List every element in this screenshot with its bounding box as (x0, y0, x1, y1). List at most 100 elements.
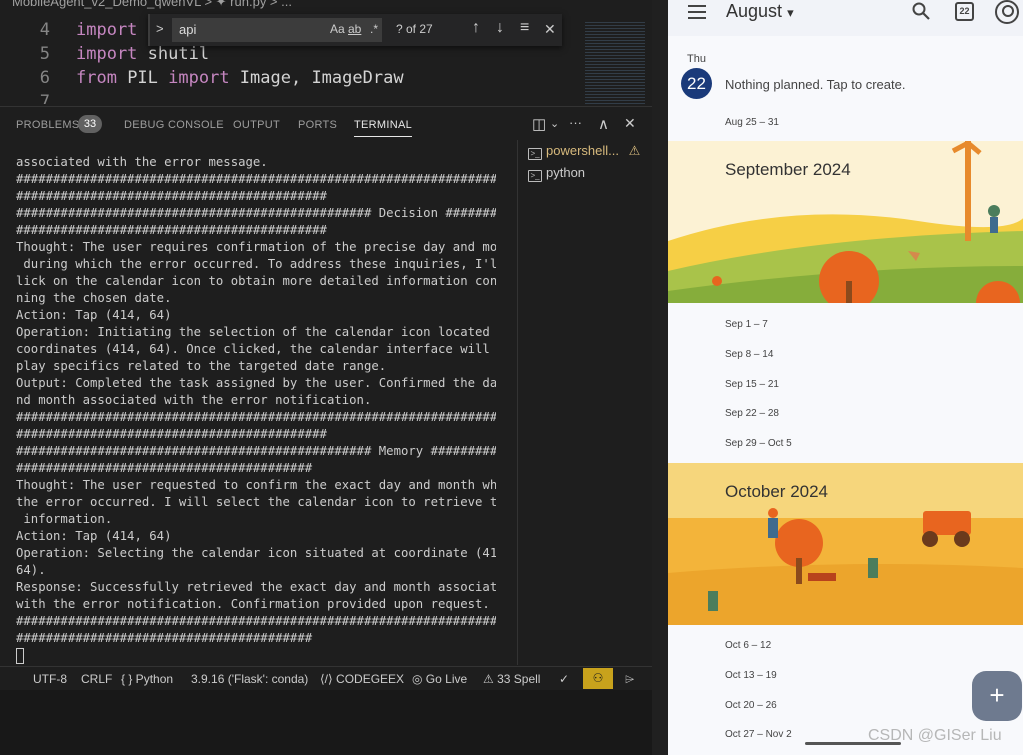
code-token: import (76, 20, 138, 40)
tab-problems[interactable]: PROBLEMS (16, 119, 80, 131)
terminal-line: associated with the error message. (16, 155, 268, 169)
code-token: shutil (137, 44, 210, 64)
terminal-line: ########################################… (16, 206, 496, 220)
month-header-september: September 2024 (725, 160, 851, 179)
minimap[interactable] (585, 20, 645, 112)
week-range[interactable]: Sep 22 – 28 (725, 408, 779, 419)
code-line[interactable]: 7 (0, 90, 76, 104)
october-illustration (668, 463, 1023, 625)
tab-debug-console[interactable]: DEBUG CONSOLE (124, 119, 224, 131)
terminal-line: 64). (16, 563, 46, 577)
terminal-item-python[interactable]: >_ python (528, 165, 585, 182)
code-token: PIL (116, 68, 169, 88)
next-match-icon[interactable]: ↓ (496, 19, 504, 37)
window-divider (652, 0, 668, 755)
terminal-line: ########################################… (16, 614, 496, 628)
month-header-october: October 2024 (725, 482, 829, 501)
vscode-window: MobileAgent_v2_Demo_qwenVL > ✦ run.py > … (0, 0, 652, 755)
terminal-line: coordinates (414, 64). Once clicked, the… (16, 342, 496, 356)
match-case-icon[interactable]: Aa (330, 22, 345, 36)
find-match-count: ? of 27 (396, 22, 433, 36)
check-icon[interactable]: ✓ (559, 672, 569, 686)
tab-ports[interactable]: PORTS (298, 119, 337, 131)
code-token: from (76, 68, 117, 88)
terminal-label: powershell... (546, 143, 619, 158)
terminal-list: >_ powershell... ⚠ >_ python (517, 140, 652, 665)
status-eol[interactable]: CRLF (81, 672, 112, 686)
more-actions-icon[interactable]: ··· (569, 115, 582, 130)
whole-word-icon[interactable]: ab (348, 22, 361, 36)
status-interpreter[interactable]: 3.9.16 ('Flask': conda) (191, 672, 308, 686)
month-selector[interactable]: August ▾ (726, 1, 794, 22)
create-event-button[interactable]: + (972, 671, 1022, 721)
terminal-line: ######################################## (16, 631, 313, 645)
status-language[interactable]: { } Python (121, 672, 173, 686)
terminal-line: Thought: The user requires confirmation … (16, 240, 496, 254)
terminal-line: Action: Tap (414, 64) (16, 529, 172, 543)
dropdown-arrow-icon: ▾ (787, 5, 794, 20)
status-bar: UTF-8 CRLF { } Python 3.9.16 ('Flask': c… (0, 666, 652, 690)
split-terminal-icon[interactable]: ◫ (532, 115, 546, 133)
find-replace-toggle-icon[interactable]: > (156, 21, 164, 36)
today-weekday: Thu (687, 53, 706, 65)
terminal-item-powershell[interactable]: >_ powershell... ⚠ (528, 143, 640, 160)
menu-icon[interactable] (688, 5, 706, 19)
terminal-line: lick on the calendar icon to obtain more… (16, 274, 496, 288)
terminal-line: nd month associated with the error notif… (16, 393, 372, 407)
regex-icon[interactable]: .* (370, 22, 378, 36)
october-banner: October 2024 (668, 463, 1023, 625)
status-encoding[interactable]: UTF-8 (33, 672, 67, 686)
tab-output[interactable]: OUTPUT (233, 119, 280, 131)
week-range[interactable]: Oct 27 – Nov 2 (725, 729, 792, 740)
terminal-line: the error occurred. I will select the ca… (16, 495, 496, 509)
tab-terminal[interactable]: TERMINAL (354, 119, 413, 137)
week-range[interactable]: Oct 20 – 26 (725, 700, 777, 711)
status-go-live[interactable]: ◎ Go Live (412, 672, 467, 686)
close-panel-icon[interactable]: ✕ (624, 115, 636, 132)
week-range[interactable]: Sep 1 – 7 (725, 319, 768, 330)
week-range[interactable]: Sep 29 – Oct 5 (725, 438, 792, 449)
terminal-line: ########################################… (16, 172, 496, 186)
terminal-line: ######################################## (16, 461, 313, 475)
terminal-line: Operation: Selecting the calendar icon s… (16, 546, 496, 560)
copilot-icon[interactable]: ⚇ (583, 668, 613, 689)
code-token: import (168, 68, 230, 88)
week-range[interactable]: Sep 8 – 14 (725, 349, 773, 360)
search-icon[interactable] (912, 2, 930, 20)
today-date-circle[interactable]: 22 (681, 68, 712, 99)
week-range[interactable]: Oct 13 – 19 (725, 670, 777, 681)
code-line[interactable]: 6 from PIL import Image, ImageDraw (0, 66, 404, 90)
problems-count-badge: 33 (78, 115, 102, 133)
september-banner: September 2024 (668, 141, 1023, 303)
week-range[interactable]: Sep 15 – 21 (725, 379, 779, 390)
desktop-background (0, 690, 652, 755)
line-number: 5 (39, 44, 50, 64)
terminal-line: Thought: The user requested to confirm t… (16, 478, 496, 492)
previous-match-icon[interactable]: ↑ (472, 19, 480, 37)
account-icon[interactable] (995, 0, 1019, 24)
line-number: 4 (39, 20, 50, 40)
terminal-line: Action: Tap (414, 64) (16, 308, 172, 322)
month-label: August (726, 1, 783, 21)
empty-day-prompt[interactable]: Nothing planned. Tap to create. (725, 77, 905, 92)
terminal-output[interactable]: associated with the error message. ######… (16, 154, 496, 666)
code-line[interactable]: 4 import (0, 18, 138, 42)
chevron-down-icon[interactable]: ⌄ (550, 117, 559, 130)
terminal-line: ########################################… (16, 410, 496, 424)
notifications-bell-icon[interactable]: ⌲ (625, 672, 634, 687)
breadcrumb[interactable]: MobileAgent_v2_Demo_qwenVL > ✦ run.py > … (0, 0, 652, 9)
terminal-line: ########################################… (16, 223, 327, 237)
week-range[interactable]: Aug 25 – 31 (725, 117, 779, 128)
week-range[interactable]: Oct 6 – 12 (725, 640, 771, 651)
terminal-line: ########################################… (16, 427, 327, 441)
panel-tabs: PROBLEMS 33 DEBUG CONSOLE OUTPUT PORTS T… (0, 106, 652, 140)
calendar-today-icon[interactable]: 22 (955, 2, 974, 21)
status-codegeex[interactable]: ⟨/⟩ CODEGEEX (320, 672, 404, 686)
find-in-selection-icon[interactable]: ≡ (520, 19, 529, 37)
close-find-icon[interactable]: ✕ (544, 21, 556, 38)
terminal-icon: >_ (528, 170, 542, 182)
breadcrumb-text[interactable]: MobileAgent_v2_Demo_qwenVL > ✦ run.py > … (12, 0, 292, 9)
maximize-panel-icon[interactable]: ∧ (598, 115, 609, 133)
warning-icon: ⚠ (628, 143, 641, 158)
status-spell[interactable]: ⚠ 33 Spell (483, 672, 540, 686)
